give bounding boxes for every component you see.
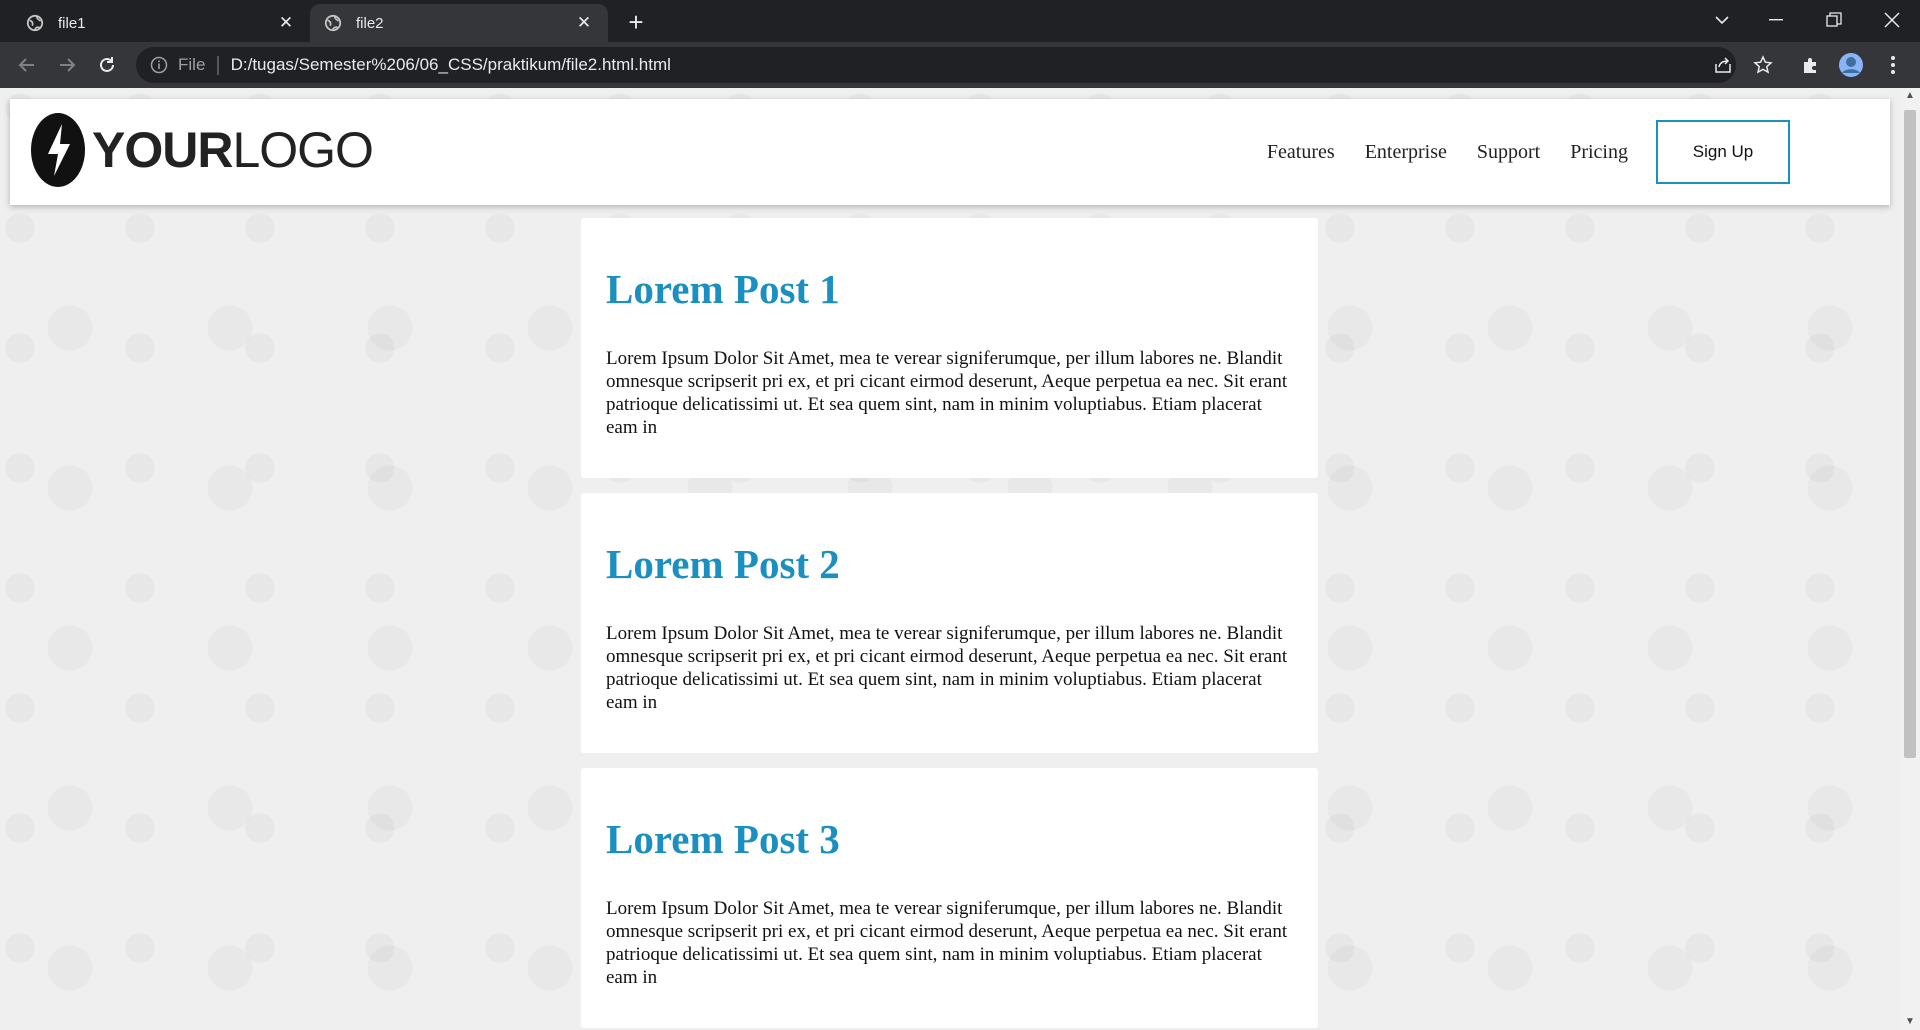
post-title[interactable]: Lorem Post 3 — [606, 816, 1293, 862]
tab-file1[interactable]: file1 ✕ — [12, 4, 310, 42]
close-tab-icon[interactable]: ✕ — [276, 13, 296, 33]
address-bar[interactable]: File | D:/tugas/Semester%206/06_CSS/prak… — [136, 47, 1736, 83]
restore-button[interactable] — [1806, 0, 1862, 40]
extensions-icon[interactable] — [1798, 52, 1824, 78]
post-card: Lorem Post 1 Lorem Ipsum Dolor Sit Amet,… — [581, 218, 1318, 478]
scroll-up-arrow-icon[interactable]: ▲ — [1900, 88, 1920, 104]
nav-enterprise[interactable]: Enterprise — [1365, 141, 1447, 164]
menu-icon[interactable] — [1880, 52, 1906, 78]
post-body: Lorem Ipsum Dolor Sit Amet, mea te verea… — [606, 348, 1288, 438]
page-viewport: YOURLOGO Features Enterprise Support Pri… — [0, 88, 1920, 1030]
post-title[interactable]: Lorem Post 2 — [606, 541, 1293, 587]
tab-title: file2 — [356, 14, 384, 32]
bookmark-star-icon[interactable] — [1750, 52, 1776, 78]
profile-avatar[interactable] — [1838, 52, 1864, 78]
post-body: Lorem Ipsum Dolor Sit Amet, mea te verea… — [606, 898, 1288, 988]
share-icon[interactable] — [1710, 52, 1736, 78]
tab-file2[interactable]: file2 ✕ — [310, 4, 608, 42]
main-nav: Features Enterprise Support Pricing Sign… — [1267, 120, 1790, 184]
scrollbar-thumb[interactable] — [1904, 110, 1916, 758]
info-icon[interactable] — [150, 56, 168, 74]
nav-support[interactable]: Support — [1477, 141, 1540, 164]
scroll-down-arrow-icon[interactable]: ▼ — [1900, 1014, 1920, 1030]
separator: | — [215, 53, 221, 76]
scheme-label: File — [178, 55, 206, 74]
url-text[interactable]: D:/tugas/Semester%206/06_CSS/praktikum/f… — [231, 55, 671, 75]
sign-up-button[interactable]: Sign Up — [1656, 120, 1790, 184]
browser-toolbar: File | D:/tugas/Semester%206/06_CSS/prak… — [0, 42, 1920, 88]
nav-features[interactable]: Features — [1267, 141, 1335, 164]
vertical-scrollbar[interactable]: ▲ ▼ — [1900, 88, 1920, 1030]
post-title[interactable]: Lorem Post 1 — [606, 266, 1293, 312]
tab-search-icon[interactable] — [1694, 0, 1750, 40]
site-logo[interactable]: YOURLOGO — [30, 112, 374, 188]
close-window-button[interactable] — [1864, 0, 1920, 40]
close-tab-icon[interactable]: ✕ — [574, 13, 594, 33]
post-body: Lorem Ipsum Dolor Sit Amet, mea te verea… — [606, 623, 1288, 713]
back-button[interactable] — [12, 50, 42, 80]
logo-text: YOURLOGO — [92, 122, 374, 178]
forward-button[interactable] — [52, 50, 82, 80]
globe-icon — [26, 14, 44, 32]
tab-strip: file1 ✕ file2 ✕ + — [0, 0, 1920, 42]
new-tab-button[interactable]: + — [622, 8, 650, 36]
nav-pricing[interactable]: Pricing — [1570, 141, 1628, 164]
globe-icon — [324, 14, 342, 32]
post-card: Lorem Post 3 Lorem Ipsum Dolor Sit Amet,… — [581, 768, 1318, 1028]
minimize-button[interactable] — [1748, 0, 1804, 40]
reload-button[interactable] — [92, 50, 122, 80]
lightning-bolt-icon — [31, 113, 85, 187]
post-card: Lorem Post 2 Lorem Ipsum Dolor Sit Amet,… — [581, 493, 1318, 753]
site-header: YOURLOGO Features Enterprise Support Pri… — [10, 99, 1890, 205]
tab-title: file1 — [58, 14, 86, 32]
